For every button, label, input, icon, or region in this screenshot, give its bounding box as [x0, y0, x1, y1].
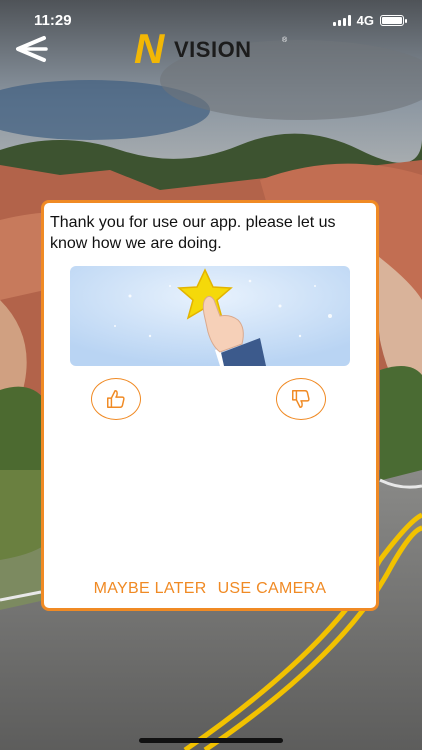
dialog-message: Thank you for use our app. please let us… — [50, 214, 336, 252]
chevron-left-icon — [16, 36, 48, 62]
home-indicator — [139, 738, 283, 743]
star-tap-icon — [70, 266, 350, 366]
use-camera-button[interactable]: USE CAMERA — [218, 580, 327, 598]
dialog-actions: MAYBE LATER USE CAMERA — [44, 580, 376, 598]
battery-level — [382, 17, 402, 24]
logo-letter: N — [134, 25, 165, 72]
signal-icon — [332, 15, 351, 26]
maybe-later-button[interactable]: MAYBE LATER — [94, 580, 207, 598]
battery-icon — [380, 15, 407, 26]
rating-illustration — [70, 266, 350, 366]
back-button[interactable] — [10, 34, 50, 64]
status-indicators: 4G — [332, 13, 407, 28]
rating-dialog: Thank you for use our app. please let us… — [41, 200, 379, 611]
thumbs-up-icon — [107, 390, 125, 408]
thumbs-up-button[interactable] — [91, 378, 141, 420]
network-type: 4G — [356, 13, 374, 28]
logo-registered: ® — [282, 37, 288, 44]
thumbs-down-button[interactable] — [276, 378, 326, 420]
status-time: 11:29 — [34, 12, 72, 29]
logo-word: VISION — [174, 37, 252, 62]
nvision-logo: N VISION ® — [134, 25, 289, 72]
thumbs-down-icon — [292, 390, 310, 408]
